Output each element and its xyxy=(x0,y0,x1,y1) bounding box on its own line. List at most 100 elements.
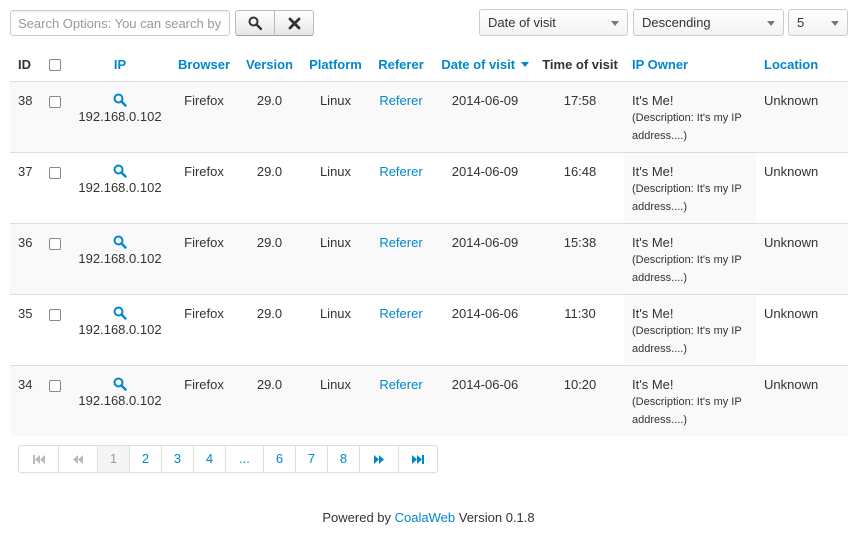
header-location[interactable]: Location xyxy=(756,49,848,82)
order-by-select[interactable]: Date of visit xyxy=(479,9,628,36)
cell-browser: Firefox xyxy=(172,80,236,152)
cell-browser: Firefox xyxy=(172,364,236,436)
header-date-of-visit[interactable]: Date of visit xyxy=(434,49,536,82)
row-checkbox[interactable] xyxy=(49,95,61,108)
cell-date: 2014-06-06 xyxy=(434,364,536,436)
table-row: 37 192.168.0.102 Firefox 29.0 Linux Refe… xyxy=(10,151,848,223)
coalaweb-link[interactable]: CoalaWeb xyxy=(395,510,455,525)
cell-select xyxy=(42,293,68,365)
owner-description-line-1: (Description: It's my IP xyxy=(632,253,742,266)
first-page-button[interactable] xyxy=(19,446,58,472)
cell-time: 17:58 xyxy=(536,80,624,152)
ip-address: 192.168.0.102 xyxy=(78,250,162,266)
page-6[interactable]: 6 xyxy=(263,446,295,472)
header-version[interactable]: Version xyxy=(236,49,303,82)
chevron-down-icon xyxy=(611,21,619,26)
owner-name: It's Me! xyxy=(632,376,674,392)
owner-name: It's Me! xyxy=(632,305,674,321)
cell-time: 16:48 xyxy=(536,151,624,223)
search-icon[interactable] xyxy=(113,93,127,107)
owner-name: It's Me! xyxy=(632,92,674,108)
last-page-button[interactable] xyxy=(398,446,437,472)
next-page-button[interactable] xyxy=(359,446,398,472)
search-icon[interactable] xyxy=(113,377,127,391)
cell-ip: 192.168.0.102 xyxy=(68,151,172,223)
page-7[interactable]: 7 xyxy=(295,446,327,472)
cell-platform: Linux xyxy=(303,364,368,436)
cell-id: 36 xyxy=(10,222,42,294)
cell-time: 15:38 xyxy=(536,222,624,294)
ip-address: 192.168.0.102 xyxy=(78,321,162,337)
cell-browser: Firefox xyxy=(172,151,236,223)
cell-version: 29.0 xyxy=(236,151,303,223)
table-row: 34 192.168.0.102 Firefox 29.0 Linux Refe… xyxy=(10,364,848,436)
cell-platform: Linux xyxy=(303,293,368,365)
previous-page-icon xyxy=(73,454,83,464)
row-checkbox[interactable] xyxy=(49,308,61,321)
table-row: 38 192.168.0.102 Firefox 29.0 Linux Refe… xyxy=(10,80,848,152)
list-limit-select[interactable]: 5 xyxy=(788,9,848,36)
page-2[interactable]: 2 xyxy=(129,446,161,472)
clear-search-button[interactable] xyxy=(274,10,314,36)
footer-prefix: Powered by xyxy=(322,510,392,525)
cell-select xyxy=(42,222,68,294)
cell-location: Unknown xyxy=(756,293,848,365)
row-checkbox[interactable] xyxy=(49,237,61,250)
owner-description-line-2: address....) xyxy=(632,271,688,284)
order-direction-select[interactable]: Descending xyxy=(633,9,784,36)
referer-link[interactable]: Referer xyxy=(379,93,422,108)
page-3[interactable]: 3 xyxy=(161,446,193,472)
owner-description: (Description: It's my IP address....) xyxy=(632,322,755,358)
cell-ip: 192.168.0.102 xyxy=(68,293,172,365)
header-browser[interactable]: Browser xyxy=(172,49,236,82)
next-page-icon xyxy=(374,454,384,464)
cell-time: 10:20 xyxy=(536,364,624,436)
owner-name: It's Me! xyxy=(632,163,674,179)
header-platform[interactable]: Platform xyxy=(303,49,368,82)
search-icon[interactable] xyxy=(113,235,127,249)
cell-location: Unknown xyxy=(756,80,848,152)
page-4[interactable]: 4 xyxy=(193,446,225,472)
header-ip[interactable]: IP xyxy=(68,49,172,82)
search-icon[interactable] xyxy=(113,164,127,178)
cell-version: 29.0 xyxy=(236,293,303,365)
cell-referer: Referer xyxy=(368,222,434,294)
cell-version: 29.0 xyxy=(236,222,303,294)
page-1[interactable]: 1 xyxy=(97,446,129,472)
cell-date: 2014-06-09 xyxy=(434,80,536,152)
row-checkbox[interactable] xyxy=(49,379,61,392)
cell-select xyxy=(42,151,68,223)
cell-id: 37 xyxy=(10,151,42,223)
owner-description-line-1: (Description: It's my IP xyxy=(632,324,742,337)
table-header-row: ID IP Browser Version Platform Referer D… xyxy=(10,49,848,82)
pagination: 1 2 3 4 ... 6 7 8 xyxy=(18,445,438,473)
referer-link[interactable]: Referer xyxy=(379,164,422,179)
cell-date: 2014-06-06 xyxy=(434,293,536,365)
row-checkbox[interactable] xyxy=(49,166,61,179)
page-8[interactable]: 8 xyxy=(327,446,359,472)
select-all-checkbox[interactable] xyxy=(49,58,61,71)
previous-page-button[interactable] xyxy=(58,446,97,472)
header-ip-owner[interactable]: IP Owner xyxy=(624,49,756,82)
search-input[interactable] xyxy=(10,10,230,36)
owner-description: (Description: It's my IP address....) xyxy=(632,180,755,216)
search-icon[interactable] xyxy=(113,306,127,320)
cell-owner: It's Me! (Description: It's my IP address… xyxy=(624,151,756,223)
owner-description-line-2: address....) xyxy=(632,342,688,355)
header-select-all[interactable] xyxy=(42,49,68,82)
owner-description-line-1: (Description: It's my IP xyxy=(632,111,742,124)
header-id[interactable]: ID xyxy=(10,49,42,82)
owner-description-line-2: address....) xyxy=(632,200,688,213)
order-by-value: Date of visit xyxy=(488,15,556,30)
search-button[interactable] xyxy=(235,10,275,36)
owner-description-line-2: address....) xyxy=(632,129,688,142)
referer-link[interactable]: Referer xyxy=(379,377,422,392)
ip-address: 192.168.0.102 xyxy=(78,108,162,124)
table-row: 36 192.168.0.102 Firefox 29.0 Linux Refe… xyxy=(10,222,848,294)
header-time-of-visit: Time of visit xyxy=(536,49,624,82)
referer-link[interactable]: Referer xyxy=(379,306,422,321)
header-referer[interactable]: Referer xyxy=(368,49,434,82)
chevron-down-icon xyxy=(767,21,775,26)
list-limit-value: 5 xyxy=(797,15,805,30)
referer-link[interactable]: Referer xyxy=(379,235,422,250)
